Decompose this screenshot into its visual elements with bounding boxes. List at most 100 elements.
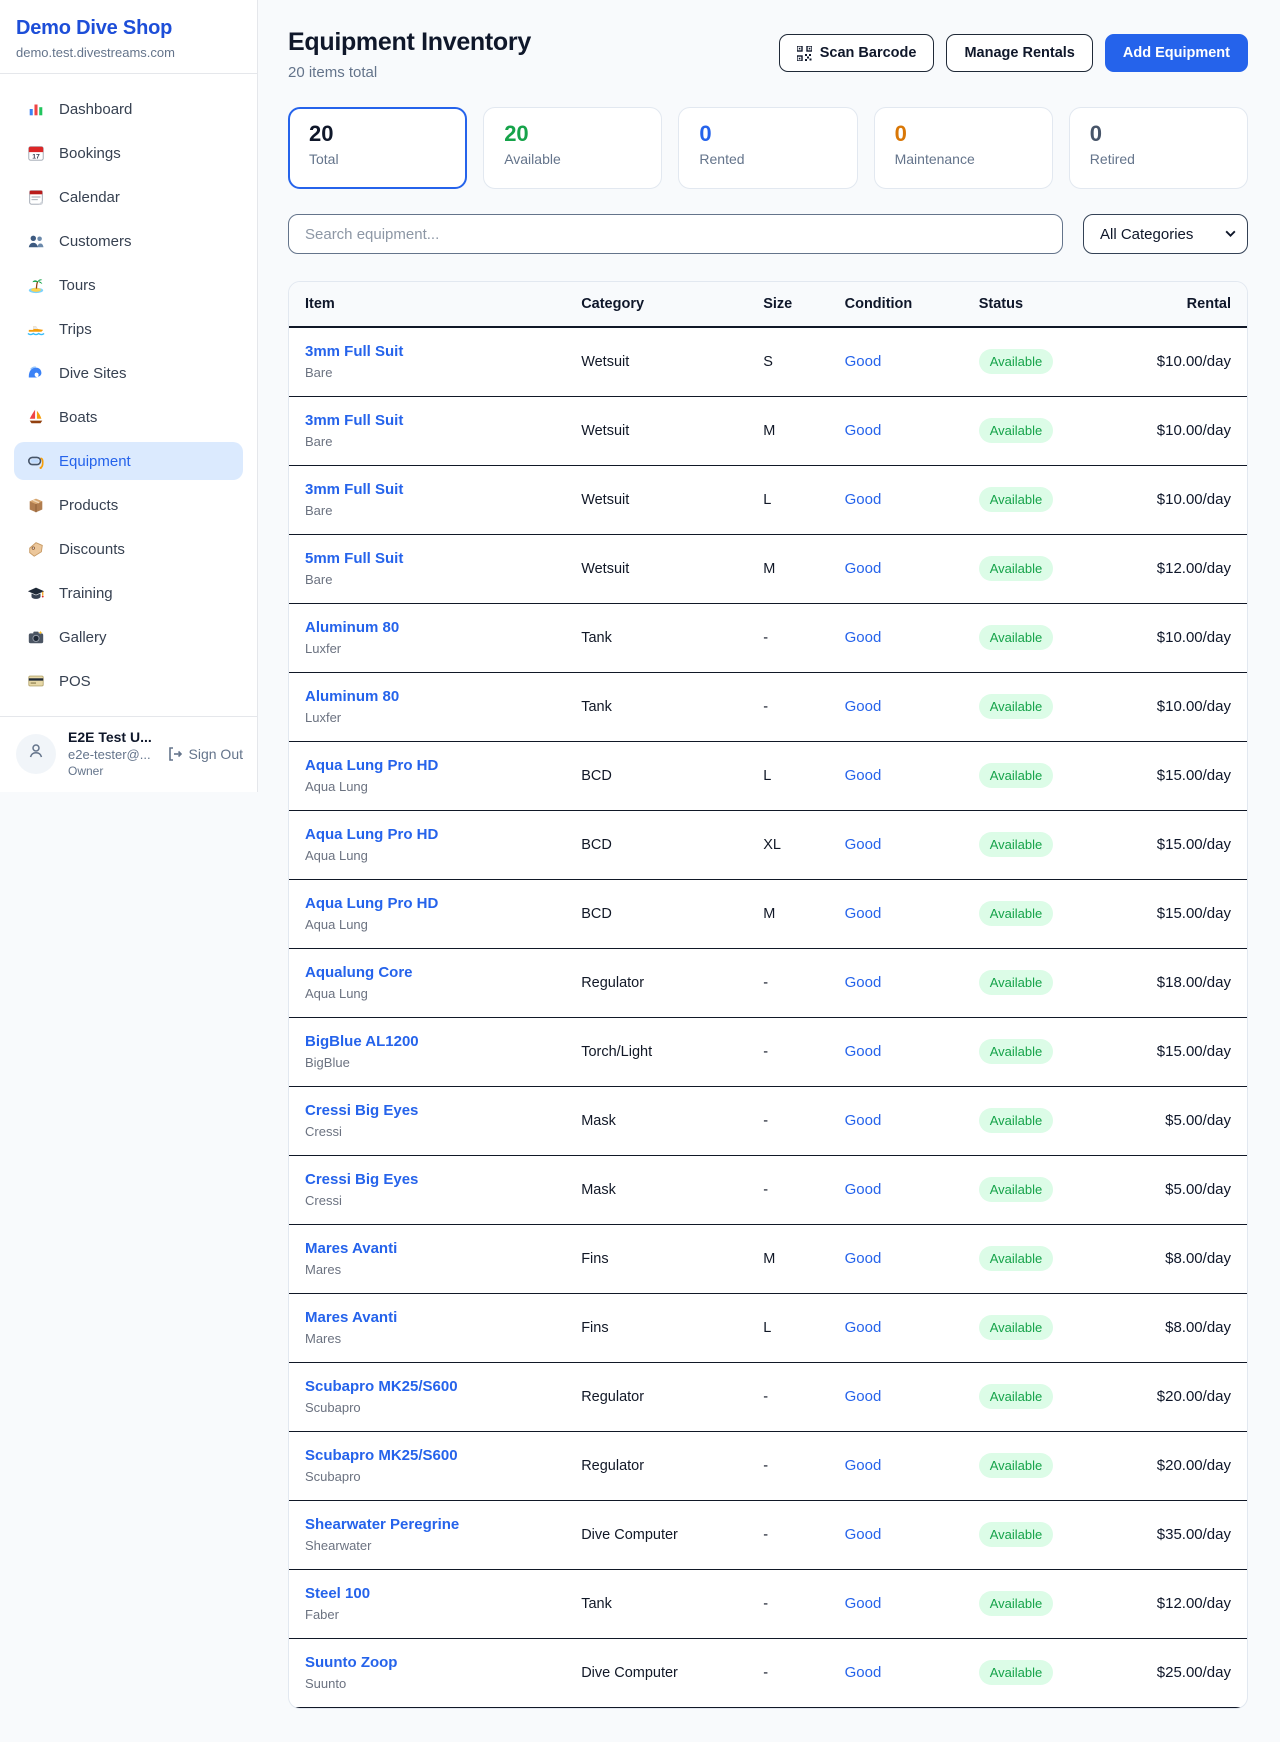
condition-link[interactable]: Good [845, 422, 882, 439]
item-category: Fins [581, 1293, 763, 1362]
sidebar-item-label: Equipment [59, 453, 131, 470]
sign-out-button[interactable]: Sign Out [167, 746, 243, 762]
item-rental: $35.00/day [1137, 1500, 1247, 1569]
item-size: XL [763, 810, 844, 879]
sidebar-item-customers[interactable]: Customers [14, 222, 243, 260]
stat-card-maintenance[interactable]: 0 Maintenance [874, 107, 1053, 189]
item-rental: $5.00/day [1137, 1155, 1247, 1224]
item-name-link[interactable]: Scubapro MK25/S600 [305, 1447, 458, 1464]
stat-value: 20 [504, 121, 641, 147]
condition-link[interactable]: Good [845, 1112, 882, 1129]
table-row: Cressi Big Eyes Cressi Mask - Good Avail… [289, 1086, 1247, 1155]
status-badge: Available [979, 556, 1054, 581]
search-input[interactable] [288, 214, 1063, 254]
item-name-link[interactable]: Aqua Lung Pro HD [305, 757, 438, 774]
condition-link[interactable]: Good [845, 974, 882, 991]
manage-rentals-button[interactable]: Manage Rentals [946, 34, 1092, 72]
item-name-link[interactable]: Shearwater Peregrine [305, 1516, 459, 1533]
stat-card-total[interactable]: 20 Total [288, 107, 467, 189]
stat-card-rented[interactable]: 0 Rented [678, 107, 857, 189]
condition-link[interactable]: Good [845, 767, 882, 784]
item-name-link[interactable]: Scubapro MK25/S600 [305, 1378, 458, 1395]
condition-link[interactable]: Good [845, 1388, 882, 1405]
item-name-link[interactable]: Aluminum 80 [305, 619, 399, 636]
sidebar-item-training[interactable]: Training [14, 574, 243, 612]
sidebar-item-calendar[interactable]: Calendar [14, 178, 243, 216]
item-name-link[interactable]: Aqualung Core [305, 964, 413, 981]
item-brand: Bare [305, 572, 581, 587]
condition-link[interactable]: Good [845, 491, 882, 508]
item-name-link[interactable]: Steel 100 [305, 1585, 370, 1602]
item-name-link[interactable]: Cressi Big Eyes [305, 1171, 418, 1188]
category-select[interactable]: All Categories [1083, 214, 1248, 254]
table-row: Aqua Lung Pro HD Aqua Lung BCD XL Good A… [289, 810, 1247, 879]
sidebar-item-bookings[interactable]: 17 Bookings [14, 134, 243, 172]
equipment-table: ItemCategorySizeConditionStatusRental 3m… [289, 282, 1247, 1708]
calendar-date-icon: 17 [26, 143, 46, 163]
item-brand: Luxfer [305, 641, 581, 656]
condition-link[interactable]: Good [845, 353, 882, 370]
item-name-link[interactable]: Cressi Big Eyes [305, 1102, 418, 1119]
sidebar-item-dashboard[interactable]: Dashboard [14, 90, 243, 128]
item-name-link[interactable]: BigBlue AL1200 [305, 1033, 419, 1050]
item-name-link[interactable]: 3mm Full Suit [305, 481, 403, 498]
sidebar-item-gallery[interactable]: Gallery [14, 618, 243, 656]
brand-name[interactable]: Demo Dive Shop [16, 17, 241, 40]
item-name-link[interactable]: 3mm Full Suit [305, 343, 403, 360]
table-row: Scubapro MK25/S600 Scubapro Regulator - … [289, 1362, 1247, 1431]
user-name: E2E Test U... [68, 729, 155, 745]
item-name-link[interactable]: 3mm Full Suit [305, 412, 403, 429]
item-name-link[interactable]: Aqua Lung Pro HD [305, 895, 438, 912]
sidebar-item-label: Customers [59, 233, 132, 250]
sidebar-item-equipment[interactable]: Equipment [14, 442, 243, 480]
scan-barcode-button[interactable]: Scan Barcode [779, 34, 935, 72]
item-name-link[interactable]: Suunto Zoop [305, 1654, 397, 1671]
user-info: E2E Test U... e2e-tester@... Owner [68, 729, 155, 778]
item-rental: $15.00/day [1137, 879, 1247, 948]
sidebar-item-label: POS [59, 673, 91, 690]
package-icon [26, 495, 46, 515]
add-equipment-button[interactable]: Add Equipment [1105, 34, 1248, 72]
item-name-link[interactable]: Aluminum 80 [305, 688, 399, 705]
condition-link[interactable]: Good [845, 1250, 882, 1267]
item-name-link[interactable]: 5mm Full Suit [305, 550, 403, 567]
status-badge: Available [979, 1384, 1054, 1409]
item-brand: Cressi [305, 1193, 581, 1208]
people-icon [26, 231, 46, 251]
sidebar-item-tours[interactable]: Tours [14, 266, 243, 304]
condition-link[interactable]: Good [845, 1664, 882, 1681]
condition-link[interactable]: Good [845, 1043, 882, 1060]
condition-link[interactable]: Good [845, 698, 882, 715]
condition-link[interactable]: Good [845, 1457, 882, 1474]
condition-link[interactable]: Good [845, 1319, 882, 1336]
sidebar-item-trips[interactable]: Trips [14, 310, 243, 348]
condition-link[interactable]: Good [845, 1526, 882, 1543]
condition-link[interactable]: Good [845, 905, 882, 922]
condition-link[interactable]: Good [845, 629, 882, 646]
header-row: ItemCategorySizeConditionStatusRental [289, 282, 1247, 327]
condition-link[interactable]: Good [845, 1181, 882, 1198]
stat-card-retired[interactable]: 0 Retired [1069, 107, 1248, 189]
condition-link[interactable]: Good [845, 836, 882, 853]
status-badge: Available [979, 1591, 1054, 1616]
item-category: BCD [581, 741, 763, 810]
sidebar-item-pos[interactable]: POS [14, 662, 243, 700]
sidebar-item-boats[interactable]: Boats [14, 398, 243, 436]
stat-card-available[interactable]: 20 Available [483, 107, 662, 189]
sidebar-item-discounts[interactable]: Discounts [14, 530, 243, 568]
sidebar-item-dive-sites[interactable]: Dive Sites [14, 354, 243, 392]
item-name-link[interactable]: Mares Avanti [305, 1309, 397, 1326]
sidebar-item-products[interactable]: Products [14, 486, 243, 524]
item-name-link[interactable]: Aqua Lung Pro HD [305, 826, 438, 843]
item-brand: Cressi [305, 1124, 581, 1139]
condition-link[interactable]: Good [845, 560, 882, 577]
item-brand: Aqua Lung [305, 848, 581, 863]
item-name-link[interactable]: Mares Avanti [305, 1240, 397, 1257]
item-rental: $15.00/day [1137, 1017, 1247, 1086]
condition-link[interactable]: Good [845, 1595, 882, 1612]
item-brand: Scubapro [305, 1469, 581, 1484]
item-rental: $10.00/day [1137, 327, 1247, 396]
item-size: - [763, 1362, 844, 1431]
item-size: - [763, 948, 844, 1017]
scuba-mask-icon [26, 451, 46, 471]
